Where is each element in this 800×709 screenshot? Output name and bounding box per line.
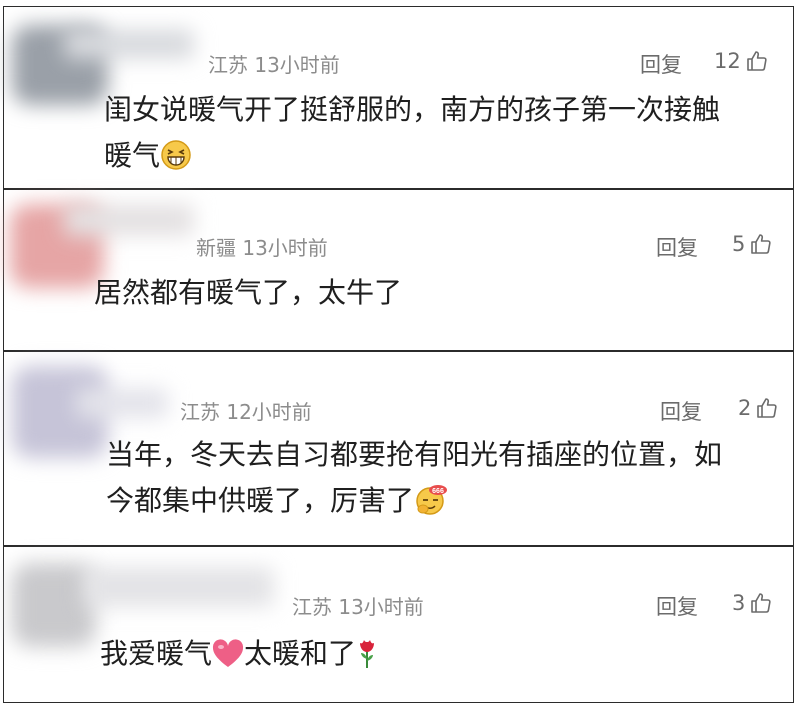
reply-button[interactable]: 回复 xyxy=(660,396,702,426)
comment-meta: 江苏 12小时前 xyxy=(180,396,312,425)
comment-item: 江苏 13小时前 回复 3 我爱暖气 太暖和了 xyxy=(3,546,794,703)
rose-emoji-icon xyxy=(356,637,378,683)
comment-text: 当年，冬天去自习都要抢有阳光有插座的位置，如 今都集中供暖了，厉害了 666 xyxy=(106,432,786,530)
comment-meta: 江苏 13小时前 xyxy=(208,49,340,78)
comment-text: 闺女说暖气开了挺舒服的，南方的孩子第一次接触 暖气 xyxy=(104,87,784,185)
comment-meta: 新疆 13小时前 xyxy=(196,232,328,261)
username[interactable] xyxy=(64,204,194,236)
thumbs-up-icon xyxy=(751,234,772,254)
thumbs-up-icon xyxy=(751,593,772,613)
like-count: 5 xyxy=(732,232,746,256)
username[interactable] xyxy=(84,567,274,607)
like-button[interactable]: 5 xyxy=(732,232,773,256)
thumbs-up-icon xyxy=(757,398,778,418)
username[interactable] xyxy=(64,29,194,59)
location-text: 江苏 xyxy=(292,595,332,619)
username[interactable] xyxy=(76,388,168,418)
thumbs-up-icon xyxy=(746,51,767,71)
like-count: 3 xyxy=(732,591,746,615)
time-text: 13小时前 xyxy=(254,53,340,77)
comment-text: 我爱暖气 太暖和了 xyxy=(100,631,378,683)
time-text: 12小时前 xyxy=(226,400,312,424)
comment-text-line: 暖气 xyxy=(104,133,784,185)
comment-item: 江苏 12小时前 回复 2 当年，冬天去自习都要抢有阳光有插座的位置，如 今都集… xyxy=(3,351,794,546)
reply-button[interactable]: 回复 xyxy=(656,232,698,262)
reply-button[interactable]: 回复 xyxy=(640,49,682,79)
time-text: 13小时前 xyxy=(242,236,328,260)
comment-text-line: 当年，冬天去自习都要抢有阳光有插座的位置，如 xyxy=(106,438,723,471)
grinning-squint-emoji-icon xyxy=(160,139,192,185)
comment-meta: 江苏 13小时前 xyxy=(292,591,424,620)
like-count: 12 xyxy=(714,49,741,73)
666-emoji-icon: 666 xyxy=(414,482,448,530)
comment-item: 新疆 13小时前 回复 5 居然都有暖气了，太牛了 xyxy=(3,189,794,351)
like-button[interactable]: 2 xyxy=(738,396,779,420)
location-text: 新疆 xyxy=(196,236,236,260)
svg-text:666: 666 xyxy=(432,488,444,495)
comment-text-line: 闺女说暖气开了挺舒服的，南方的孩子第一次接触 xyxy=(104,93,721,126)
heart-emoji-icon xyxy=(212,637,244,683)
like-button[interactable]: 12 xyxy=(714,49,769,73)
like-button[interactable]: 3 xyxy=(732,591,773,615)
location-text: 江苏 xyxy=(208,53,248,77)
reply-button[interactable]: 回复 xyxy=(656,591,698,621)
like-count: 2 xyxy=(738,396,752,420)
location-text: 江苏 xyxy=(180,400,220,424)
comment-text-line: 今都集中供暖了，厉害了 666 xyxy=(106,478,786,530)
time-text: 13小时前 xyxy=(338,595,424,619)
comment-text: 居然都有暖气了，太牛了 xyxy=(94,276,403,309)
comment-item: 江苏 13小时前 回复 12 闺女说暖气开了挺舒服的，南方的孩子第一次接触 暖气 xyxy=(3,6,794,189)
